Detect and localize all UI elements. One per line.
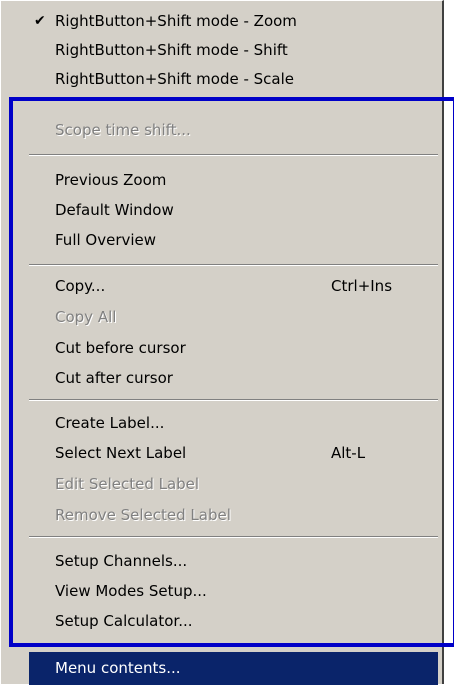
menu-item-cut-after-cursor[interactable]: Cut after cursor <box>1 364 442 393</box>
menu-separator <box>29 536 438 538</box>
menu-item-cut-before-cursor[interactable]: Cut before cursor <box>1 334 442 363</box>
menu-item-label: Copy All <box>55 308 117 326</box>
menu-item-label: Setup Channels... <box>55 552 188 570</box>
menu-item-scope-time-shift: Scope time shift... <box>1 116 442 145</box>
menu-item-copy-all: Copy All <box>1 303 442 332</box>
menu-item-label: View Modes Setup... <box>55 582 207 600</box>
menu-item-label: Edit Selected Label <box>55 475 200 493</box>
menu-item-label: RightButton+Shift mode - Zoom <box>55 12 297 30</box>
menu-item-menu-contents[interactable]: Menu contents... <box>29 652 438 685</box>
menu-item-previous-zoom[interactable]: Previous Zoom <box>1 166 442 195</box>
checkmark-icon: ✔ <box>34 13 46 29</box>
menu-item-label: Cut before cursor <box>55 339 186 357</box>
menu-item-setup-calculator[interactable]: Setup Calculator... <box>1 607 442 636</box>
menu-separator <box>29 644 438 646</box>
menu-item-label: Full Overview <box>55 231 157 249</box>
menu-item-shortcut: Ctrl+Ins <box>331 277 393 295</box>
menu-item-edit-selected-label: Edit Selected Label <box>1 470 442 499</box>
menu-item-copy[interactable]: Copy... Ctrl+Ins <box>1 272 442 301</box>
menu-item-label: Remove Selected Label <box>55 506 231 524</box>
menu-item-zoom-mode[interactable]: ✔ RightButton+Shift mode - Zoom <box>1 7 442 36</box>
menu-item-shift-mode[interactable]: RightButton+Shift mode - Shift <box>1 36 442 65</box>
menu-separator <box>29 154 438 156</box>
menu-item-setup-channels[interactable]: Setup Channels... <box>1 547 442 576</box>
menu-item-full-overview[interactable]: Full Overview <box>1 226 442 255</box>
menu-item-label: Menu contents... <box>55 659 181 677</box>
menu-item-label: Default Window <box>55 201 174 219</box>
menu-item-label: RightButton+Shift mode - Shift <box>55 41 288 59</box>
menu-item-remove-selected-label: Remove Selected Label <box>1 501 442 530</box>
menu-separator <box>29 399 438 401</box>
menu-item-label: Cut after cursor <box>55 369 173 387</box>
menu-item-label: Select Next Label <box>55 444 187 462</box>
menu-item-label: Previous Zoom <box>55 171 167 189</box>
menu-item-select-next-label[interactable]: Select Next Label Alt-L <box>1 439 442 468</box>
menu-item-shortcut: Alt-L <box>331 444 366 462</box>
menu-item-label: Create Label... <box>55 414 165 432</box>
menu-item-label: RightButton+Shift mode - Scale <box>55 70 295 88</box>
menu-item-view-modes-setup[interactable]: View Modes Setup... <box>1 577 442 606</box>
menu-separator <box>29 264 438 266</box>
menu-item-scale-mode[interactable]: RightButton+Shift mode - Scale <box>1 65 442 94</box>
menu-item-label: Copy... <box>55 277 106 295</box>
menu-item-create-label[interactable]: Create Label... <box>1 409 442 438</box>
menu-item-label: Setup Calculator... <box>55 612 193 630</box>
menu-item-default-window[interactable]: Default Window <box>1 196 442 225</box>
menu-item-label: Scope time shift... <box>55 121 191 139</box>
context-menu: ✔ RightButton+Shift mode - Zoom RightBut… <box>0 0 444 685</box>
